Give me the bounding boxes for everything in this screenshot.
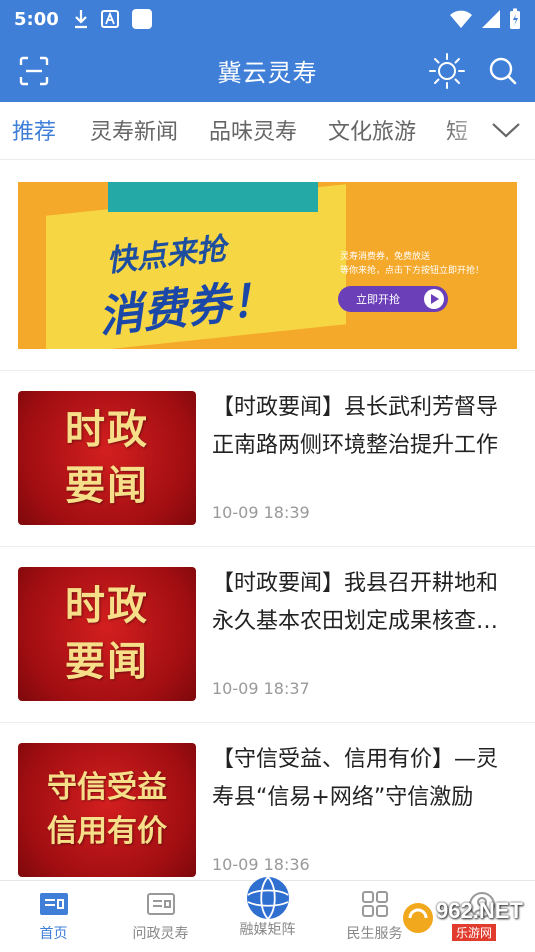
nav-label: 民生服务 [346,926,403,942]
app-title: 冀云灵寿 [217,58,318,87]
news-thumbnail: 时政 要闻 [18,567,196,701]
app-notification-icon [100,10,119,28]
banner-teal-strip [108,182,318,212]
watermark-subtext: 乐游网 [452,924,497,941]
search-icon[interactable] [486,54,520,88]
download-icon [74,10,87,29]
watermark-logo-icon [401,901,435,935]
app-bar: 冀云灵寿 [0,38,535,102]
news-thumbnail: 守信受益 信用有价 [18,743,196,877]
site-watermark: 962.NET 乐游网 [400,896,530,946]
tab-culture-travel[interactable]: 文化旅游 [328,114,416,146]
play-icon [424,289,444,309]
banner-note: 灵寿消费券，免费放送 等你来抢，点击下方按钮立即开抢！ [340,252,485,276]
battery-icon [510,8,520,29]
thumbnail-text: 要闻 [65,462,149,509]
globe-icon [246,876,289,920]
status-time: 5:00 [14,8,59,30]
wifi-icon [450,10,472,28]
nav-label: 首页 [39,926,68,942]
status-bar: 5:00 [0,0,535,38]
thumbnail-text: 守信受益 [47,770,167,805]
news-title: 【时政要闻】县长武利芳督导正南路两侧环境整治提升工作 [212,395,499,458]
grid-services-icon [361,891,388,917]
home-news-icon [39,893,68,915]
square-notification-icon [131,9,152,29]
news-title: 【守信受益、信用有价】—灵寿县“信易+网络”守信激励 [212,747,499,810]
nav-home[interactable]: 首页 [0,881,107,952]
tabs-fade [445,102,535,159]
news-item[interactable]: 守信受益 信用有价 【守信受益、信用有价】—灵寿县“信易+网络”守信激励 10-… [0,723,535,899]
news-thumbnail: 时政 要闻 [18,391,196,525]
signal-icon [482,10,500,28]
sun-theme-icon[interactable] [428,52,466,90]
thumbnail-text: 要闻 [65,638,149,685]
thumbnail-text: 信用有价 [47,814,167,849]
news-item[interactable]: 时政 要闻 【时政要闻】县长武利芳督导正南路两侧环境整治提升工作 10-09 1… [0,371,535,547]
promo-banner[interactable]: 快点来抢 消费券！ 灵寿消费券，免费放送 等你来抢，点击下方按钮立即开抢！ 立即… [18,182,517,349]
banner-grab-button[interactable]: 立即开抢 [338,286,448,312]
nav-label: 问政灵寿 [132,926,189,942]
thumbnail-text: 时政 [65,582,149,629]
banner-button-label: 立即开抢 [356,293,400,306]
tab-taste-lingshou[interactable]: 品味灵寿 [209,114,297,146]
news-time: 10-09 18:36 [212,855,310,874]
news-time: 10-09 18:39 [212,503,310,522]
news-title: 【时政要闻】我县召开耕地和永久基本农田划定成果核查工作 [212,571,499,634]
scan-icon[interactable] [18,55,50,87]
tab-recommend[interactable]: 推荐 [12,114,56,146]
category-tabs: 推荐 灵寿新闻 品味灵寿 文化旅游 短 [0,102,535,160]
chevron-down-icon[interactable] [491,118,521,142]
nav-inquiry[interactable]: 问政灵寿 [107,881,214,952]
nav-media-matrix[interactable]: 融媒矩阵 [214,876,321,952]
news-item[interactable]: 时政 要闻 【时政要闻】我县召开耕地和永久基本农田划定成果核查工作 10-09 … [0,547,535,723]
news-time: 10-09 18:37 [212,679,310,698]
inquiry-icon [146,893,175,915]
thumbnail-text: 时政 [65,406,149,453]
nav-label: 融媒矩阵 [239,922,296,938]
tab-lingshou-news[interactable]: 灵寿新闻 [90,114,178,146]
watermark-text: 962.NET [436,898,523,923]
